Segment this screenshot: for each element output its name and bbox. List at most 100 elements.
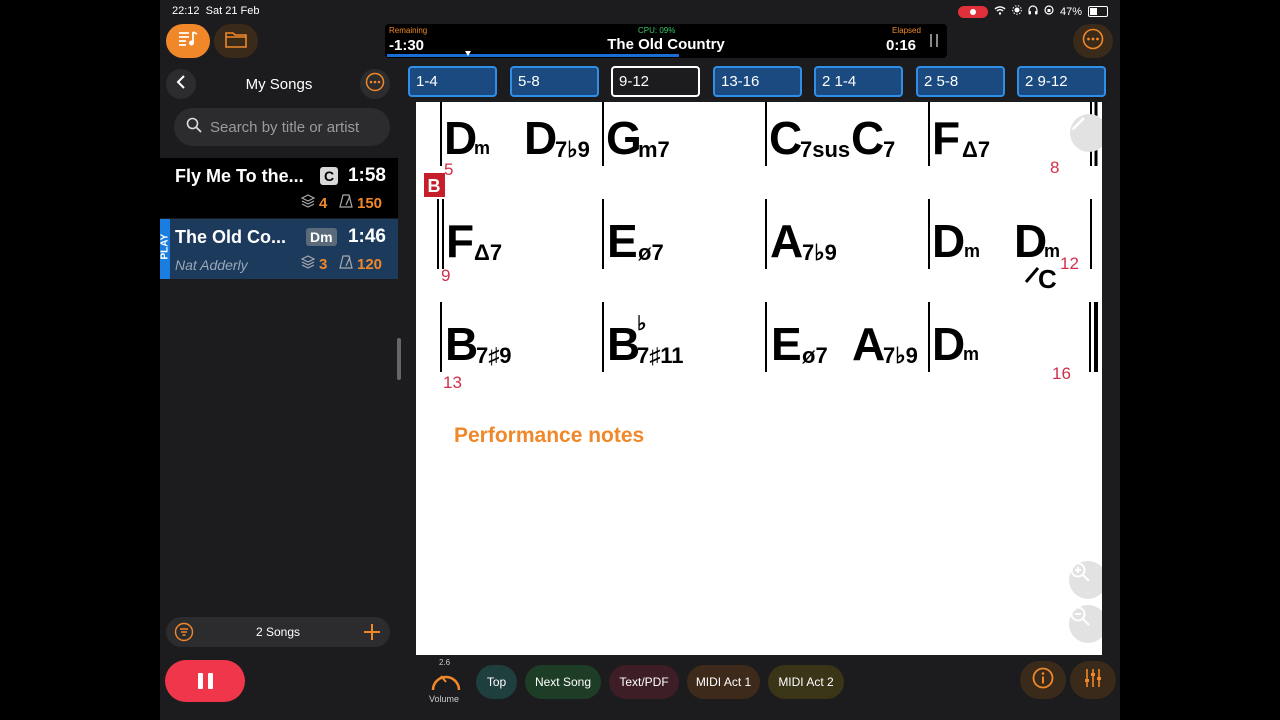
brightness-icon [1012, 5, 1022, 18]
zoom-out-button[interactable] [1069, 605, 1102, 643]
section-tab-active[interactable]: 9-12 [611, 66, 700, 97]
chord[interactable]: Eø7 [771, 318, 828, 370]
search-icon [186, 117, 202, 137]
zoom-in-button[interactable] [1069, 561, 1102, 599]
chord[interactable]: C7sus [769, 112, 850, 164]
chord[interactable]: DmC [1014, 215, 1060, 294]
song-count: 2 Songs [255, 625, 301, 639]
chord-chart[interactable]: B Dm D 7♭9 Gm7 C 7sus C7 F Δ7 F Δ7 Eø7 A 7♭9 … [416, 102, 1102, 655]
bar-number: 8 [1050, 158, 1059, 177]
section-tab[interactable]: 1-4 [408, 66, 497, 97]
section-tab[interactable]: 13-16 [713, 66, 802, 97]
svg-text:B: B [445, 318, 478, 370]
svg-text:m: m [474, 138, 490, 158]
chord[interactable]: F Δ7 [446, 215, 502, 267]
screen-record-icon [957, 5, 988, 18]
svg-text:ø7: ø7 [802, 343, 828, 368]
svg-text:D: D [524, 112, 557, 164]
chord[interactable]: C7 [851, 112, 895, 164]
svg-text:7: 7 [883, 137, 895, 162]
files-button[interactable] [214, 24, 258, 58]
performance-notes-heading: Performance notes [454, 424, 645, 447]
midi-act-2-button[interactable]: MIDI Act 2 [768, 665, 844, 699]
song-row-title: The Old Co... [175, 227, 286, 247]
status-date: Sat 21 Feb [205, 5, 260, 17]
bar-number: 13 [443, 373, 462, 392]
progress-bar[interactable] [387, 54, 679, 57]
headphones-icon [1028, 5, 1038, 18]
volume-label: Volume [429, 694, 460, 704]
app-screen: 22:12 Sat 21 Feb 47% Remaining -1:30 CPU… [160, 0, 1120, 720]
svg-text:C: C [851, 112, 884, 164]
pause-icon[interactable] [929, 34, 939, 47]
add-song-icon[interactable] [362, 622, 382, 645]
section-marker-label: B [428, 176, 441, 196]
chord[interactable]: B7♯9 [445, 318, 511, 370]
text-pdf-button[interactable]: Text/PDF [609, 665, 679, 699]
top-button[interactable]: Top [476, 665, 517, 699]
info-button[interactable] [1020, 661, 1066, 699]
section-tab[interactable]: 2 1-4 [814, 66, 903, 97]
song-row[interactable]: Fly Me To the... C 1:58 4 150 [160, 158, 398, 218]
section-tab[interactable]: 2 5-8 [916, 66, 1005, 97]
chord[interactable]: Gm7 [606, 112, 670, 164]
svg-text:7sus: 7sus [800, 137, 850, 162]
edit-pencil-button[interactable] [1070, 114, 1102, 152]
svg-text:m7: m7 [638, 137, 670, 162]
remaining-label: Remaining [389, 26, 428, 35]
songs-view-button[interactable] [166, 24, 210, 58]
mixer-button[interactable] [1070, 661, 1116, 699]
song-row-title: Fly Me To the... [175, 166, 304, 186]
svg-text:B: B [607, 318, 640, 370]
svg-text:♭: ♭ [637, 313, 646, 335]
search-input[interactable]: Search by title or artist [174, 108, 390, 146]
svg-text:E: E [607, 215, 638, 267]
svg-text:7♯11: 7♯11 [637, 343, 684, 368]
split-view-handle[interactable] [397, 338, 401, 380]
song-row-playing[interactable]: PLAY The Old Co... Dm 1:46 Nat Adderly 3… [160, 219, 398, 279]
chord[interactable]: Dm [932, 318, 979, 370]
svg-text:C: C [769, 112, 802, 164]
status-time: 22:12 [172, 5, 200, 17]
chord[interactable]: D7♭9 [524, 112, 590, 164]
section-tab[interactable]: 2 9-12 [1017, 66, 1106, 97]
metronome-icon [338, 193, 354, 213]
svg-text:E: E [771, 318, 802, 370]
song-artist: Nat Adderly [175, 257, 248, 273]
sidebar-more-button[interactable] [360, 69, 390, 99]
svg-text:m: m [964, 241, 980, 261]
song-key-badge: C [320, 167, 339, 185]
chord[interactable]: Dm [444, 112, 490, 164]
layers-icon [300, 193, 316, 213]
svg-text:m: m [1044, 241, 1060, 261]
progress-marker[interactable] [465, 51, 471, 56]
svg-text:D: D [1014, 215, 1047, 267]
next-song-button[interactable]: Next Song [525, 665, 601, 699]
more-options-button[interactable] [1073, 24, 1113, 58]
song-list-sidebar: My Songs Search by title or artist Fly M… [160, 62, 398, 658]
chord[interactable]: F Δ7 [932, 112, 990, 164]
chord[interactable]: A7♭9 [852, 318, 918, 370]
chord[interactable]: Dm [932, 215, 980, 267]
volume-value: 2.6 [439, 658, 451, 667]
chord[interactable]: A7♭9 [770, 215, 837, 267]
svg-text:G: G [606, 112, 642, 164]
svg-text:D: D [444, 112, 477, 164]
battery-icon [1088, 6, 1108, 17]
player-bar[interactable]: Remaining -1:30 CPU: 09% The Old Country… [385, 24, 947, 58]
chord[interactable]: B♭ 7♯11 [607, 313, 684, 370]
folder-icon [225, 30, 247, 53]
section-tab[interactable]: 5-8 [510, 66, 599, 97]
play-indicator: PLAY [160, 219, 171, 279]
svg-text:C: C [1038, 264, 1057, 294]
pause-icon [197, 673, 213, 689]
bar-number: 12 [1060, 254, 1079, 273]
song-layers: 4 [319, 194, 328, 212]
svg-text:D: D [932, 318, 965, 370]
chord[interactable]: Eø7 [607, 215, 664, 267]
battery-percent: 47% [1059, 5, 1082, 18]
play-pause-button[interactable] [165, 660, 245, 702]
midi-act-1-button[interactable]: MIDI Act 1 [687, 665, 760, 699]
ellipsis-icon [1082, 28, 1104, 55]
song-duration: 1:58 [347, 165, 386, 186]
